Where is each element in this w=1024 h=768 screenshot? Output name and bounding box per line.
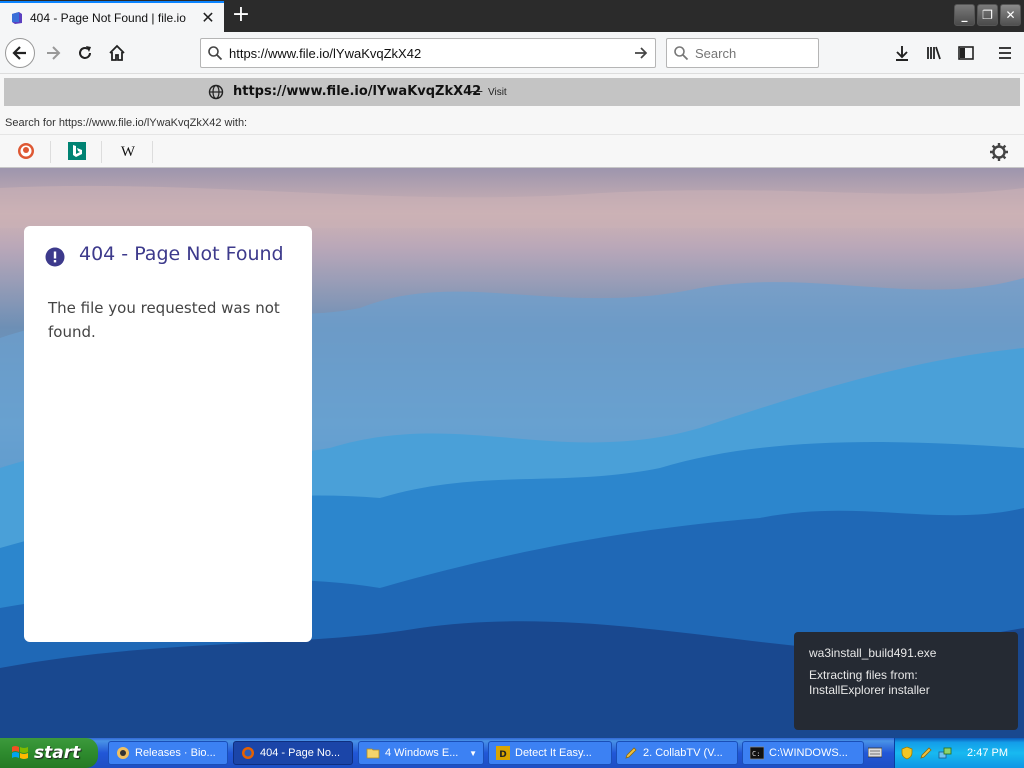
- taskbar-item-releases[interactable]: Releases · Bio...: [108, 741, 228, 765]
- taskbar-item-collabtv[interactable]: 2. CollabTV (V...: [616, 741, 738, 765]
- home-icon: [109, 44, 125, 61]
- forward-arrow-icon: [47, 46, 61, 60]
- start-button[interactable]: start: [0, 738, 98, 768]
- system-tray: 2:47 PM: [894, 738, 1024, 768]
- globe-icon: [208, 84, 224, 100]
- taskbar-item-firefox[interactable]: 404 - Page No...: [233, 741, 353, 765]
- page-title: 404 - Page Not Found: [79, 243, 284, 265]
- pencil-icon[interactable]: [919, 746, 933, 760]
- taskbar-item-windows-explorer[interactable]: 4 Windows E... ▼: [358, 741, 484, 765]
- menu-button[interactable]: [990, 38, 1020, 68]
- clock[interactable]: 2:47 PM: [967, 747, 1008, 759]
- one-off-search-engines: W: [0, 134, 1024, 168]
- window-close-button[interactable]: ✕: [1000, 4, 1021, 26]
- notification-text: Extracting files from:: [809, 668, 918, 682]
- file-io-icon: [12, 11, 22, 24]
- suggestion-url: https://www.file.io/lYwaKvqZkX42: [233, 84, 482, 99]
- home-button[interactable]: [102, 38, 132, 68]
- error-message: The file you requested was not found.: [48, 299, 280, 341]
- firefox-icon: [242, 747, 254, 759]
- separator: [50, 141, 51, 163]
- suggestion-separator: —: [470, 84, 483, 99]
- github-icon: [117, 747, 129, 759]
- url-suggestion-row[interactable]: https://www.file.io/lYwaKvqZkX42 — Visit: [4, 78, 1020, 106]
- windows-logo-icon: [12, 746, 28, 759]
- notification-title: wa3install_build491.exe: [809, 646, 937, 660]
- wikipedia-icon[interactable]: W: [119, 142, 137, 160]
- taskbar-item-label: 404 - Page No...: [260, 747, 341, 759]
- taskbar-item-detect-it-easy[interactable]: D Detect It Easy...: [488, 741, 612, 765]
- download-icon: [896, 46, 908, 61]
- chevron-down-icon: ▼: [469, 748, 477, 758]
- sidebar-icon: [958, 46, 974, 60]
- url-suggestions-popup: https://www.file.io/lYwaKvqZkX42 — Visit…: [0, 74, 1024, 168]
- search-with-prefix: Search for: [5, 117, 59, 129]
- downloads-button[interactable]: [887, 38, 917, 68]
- cmd-icon: C:: [750, 746, 764, 760]
- taskbar-item-label: C:\WINDOWS...: [769, 747, 848, 759]
- reload-button[interactable]: [70, 38, 100, 68]
- pencil-icon: [625, 747, 637, 759]
- taskbar-item-label: 2. CollabTV (V...: [643, 747, 723, 759]
- separator: [101, 141, 102, 163]
- library-icon: [927, 46, 941, 60]
- tab-title: 404 - Page Not Found | file.io: [30, 10, 186, 25]
- search-with-query: https://www.file.io/lYwaKvqZkX42: [58, 117, 222, 129]
- network-icon[interactable]: [938, 746, 952, 760]
- search-icon: [667, 45, 695, 61]
- back-button[interactable]: [5, 38, 35, 68]
- go-arrow-icon[interactable]: [627, 45, 655, 61]
- notification-text: InstallExplorer installer: [809, 683, 930, 697]
- window-restore-button[interactable]: ❐: [977, 4, 998, 26]
- tab-active[interactable]: 404 - Page Not Found | file.io ✕: [0, 1, 224, 32]
- suggestion-action: Visit: [488, 87, 507, 98]
- reload-icon: [79, 46, 91, 59]
- taskbar-item-command-prompt[interactable]: C: C:\WINDOWS...: [742, 741, 864, 765]
- window-minimize-button[interactable]: _: [954, 4, 975, 26]
- taskbar-item-label: Releases · Bio...: [135, 747, 216, 759]
- start-label: start: [34, 743, 81, 763]
- svg-text:D: D: [499, 750, 506, 760]
- error-card: 404 - Page Not Found The file you reques…: [24, 226, 312, 642]
- separator: [152, 141, 153, 163]
- back-arrow-icon: [12, 46, 26, 60]
- taskbar: start Releases · Bio... 404 - Page No...…: [0, 738, 1024, 768]
- url-input[interactable]: [229, 45, 627, 61]
- search-bar[interactable]: [666, 38, 819, 68]
- new-tab-button[interactable]: +: [230, 4, 252, 27]
- duckduckgo-icon[interactable]: [17, 142, 35, 160]
- search-input[interactable]: [695, 45, 805, 61]
- notification-balloon[interactable]: wa3install_build491.exe Extracting files…: [794, 632, 1018, 730]
- security-shield-icon[interactable]: [900, 746, 914, 760]
- search-icon: [201, 45, 229, 61]
- taskbar-item-label: Detect It Easy...: [515, 747, 592, 759]
- search-with-suffix: with:: [221, 117, 248, 129]
- svg-text:C:: C:: [752, 750, 760, 758]
- library-button[interactable]: [919, 38, 949, 68]
- folder-icon: [366, 748, 380, 759]
- svg-text:W: W: [121, 144, 136, 160]
- navigation-toolbar: [0, 32, 1024, 74]
- hamburger-icon: [999, 47, 1011, 59]
- die-icon: D: [496, 746, 510, 760]
- keyboard-icon[interactable]: [868, 746, 882, 758]
- bing-icon[interactable]: [68, 142, 86, 160]
- tab-close-icon[interactable]: ✕: [198, 8, 218, 27]
- search-with-label: Search for https://www.file.io/lYwaKvqZk…: [5, 117, 247, 129]
- forward-button[interactable]: [38, 38, 68, 68]
- address-bar[interactable]: [200, 38, 656, 68]
- gear-icon[interactable]: [989, 142, 1009, 162]
- sidebar-button[interactable]: [951, 38, 981, 68]
- tab-strip: 404 - Page Not Found | file.io ✕ + _ ❐ ✕: [0, 0, 1024, 32]
- taskbar-item-label: 4 Windows E...: [385, 747, 459, 759]
- alert-icon: [45, 247, 65, 267]
